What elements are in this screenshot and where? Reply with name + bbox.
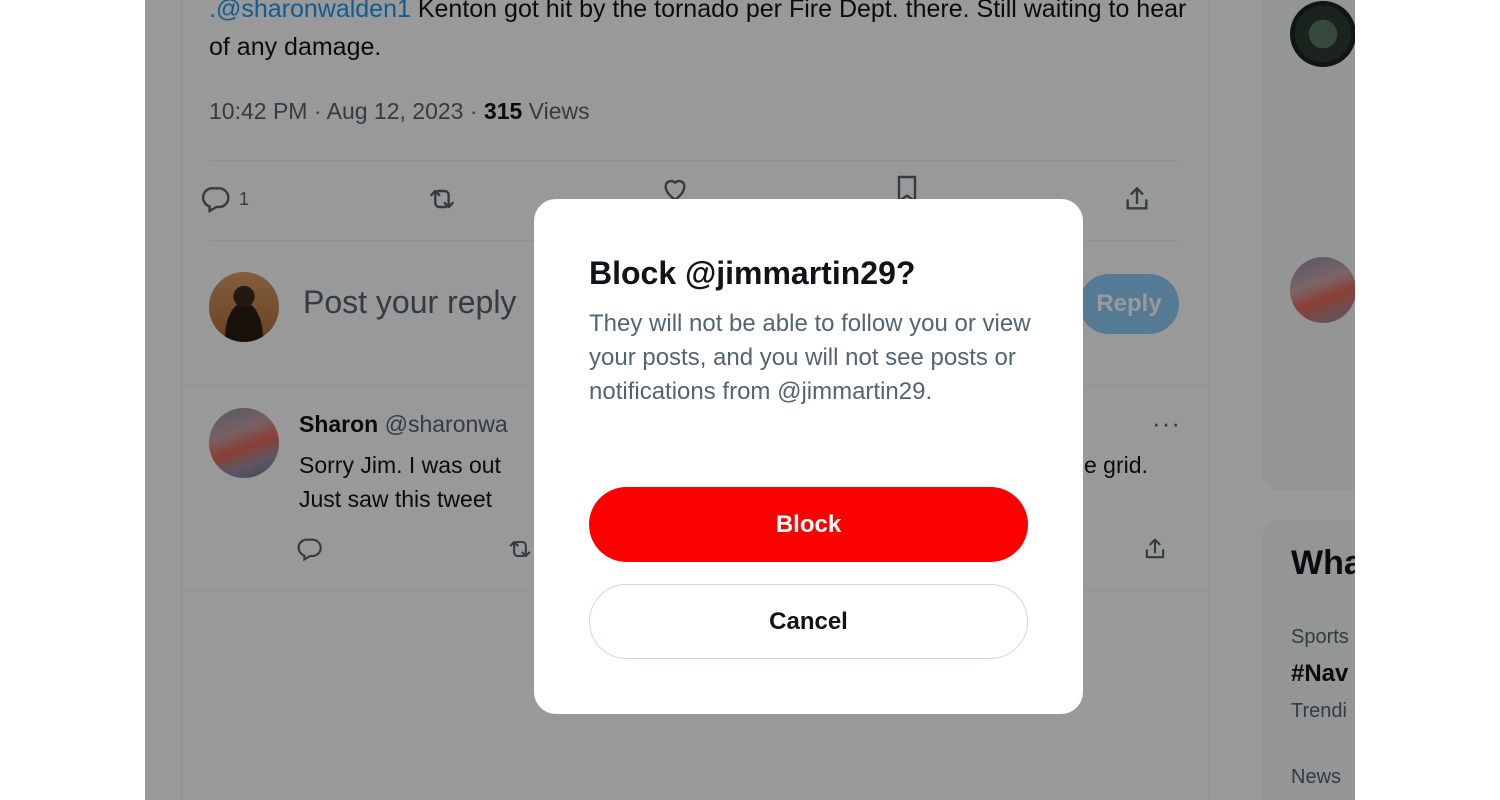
block-button[interactable]: Block [589,487,1028,562]
block-dialog: Block @jimmartin29? They will not be abl… [534,199,1083,714]
dialog-title: Block @jimmartin29? [589,255,916,291]
dialog-message: They will not be able to follow you or v… [589,310,1031,405]
modal-overlay: Block @jimmartin29? They will not be abl… [0,0,1500,800]
cancel-button[interactable]: Cancel [589,584,1028,659]
